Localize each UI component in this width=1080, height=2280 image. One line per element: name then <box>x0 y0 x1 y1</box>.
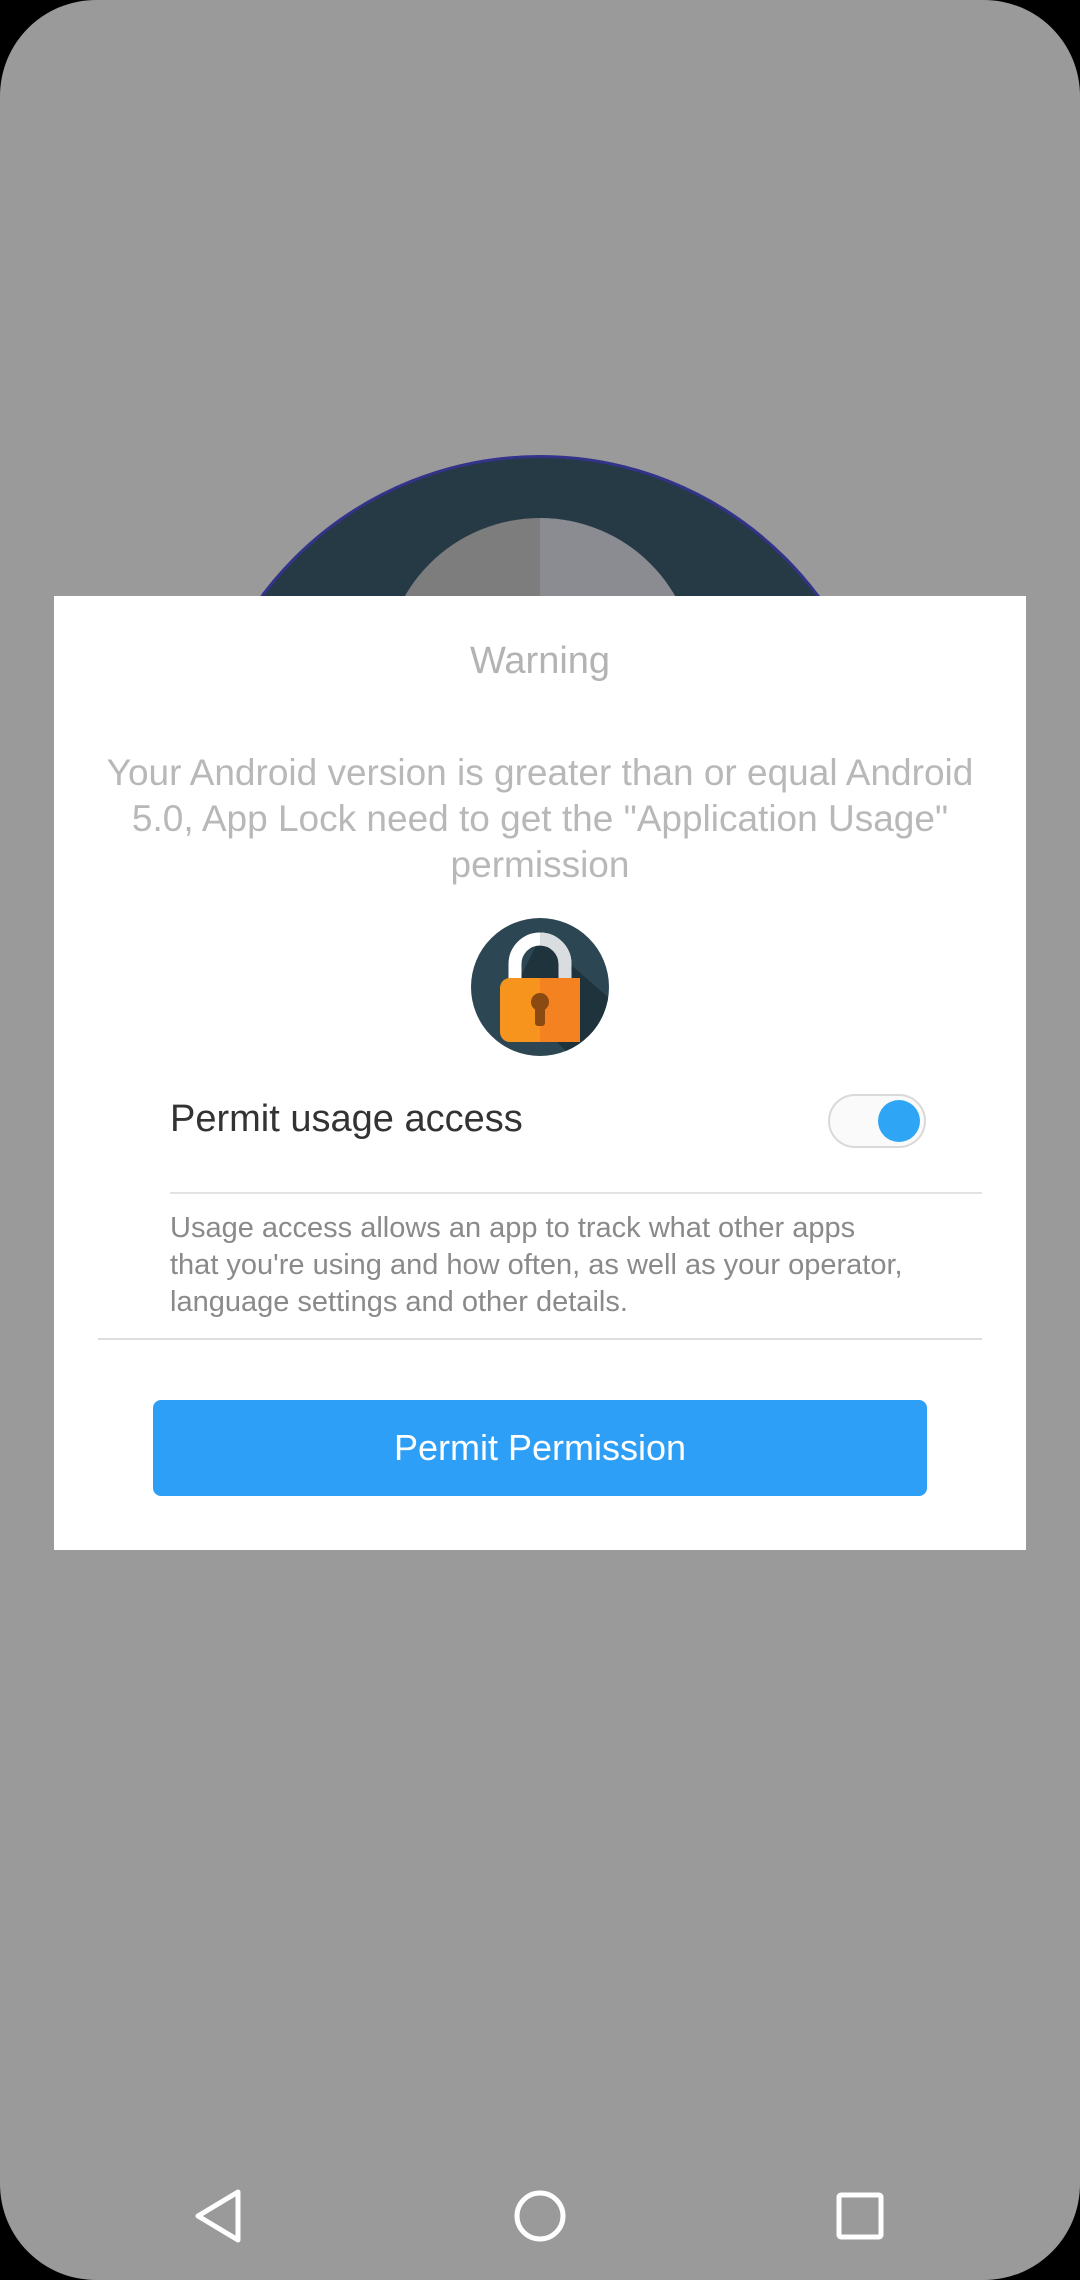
recents-icon <box>836 2192 884 2240</box>
permit-usage-row: Permit usage access <box>98 1058 982 1192</box>
permit-permission-button[interactable]: Permit Permission <box>153 1400 927 1496</box>
usage-access-preview: Permit usage access Usage access allows … <box>98 1058 982 1340</box>
permit-usage-label: Permit usage access <box>170 1098 523 1140</box>
usage-access-description: Usage access allows an app to track what… <box>170 1212 903 1318</box>
screen: Warning Your Android version is greater … <box>0 0 1080 2280</box>
divider <box>170 1192 982 1194</box>
usage-access-toggle[interactable] <box>828 1094 926 1148</box>
home-button[interactable] <box>480 2156 600 2276</box>
back-button[interactable] <box>160 2156 280 2276</box>
toggle-knob <box>878 1100 920 1142</box>
padlock-icon <box>471 918 609 1056</box>
dialog-message: Your Android version is greater than or … <box>106 752 974 885</box>
dialog-title: Warning <box>469 640 611 682</box>
back-icon <box>195 2189 241 2243</box>
warning-dialog: Warning Your Android version is greater … <box>54 596 1026 1550</box>
recents-button[interactable] <box>800 2156 920 2276</box>
divider <box>98 1338 982 1340</box>
home-icon <box>514 2190 566 2242</box>
navigation-bar <box>0 2156 1080 2280</box>
